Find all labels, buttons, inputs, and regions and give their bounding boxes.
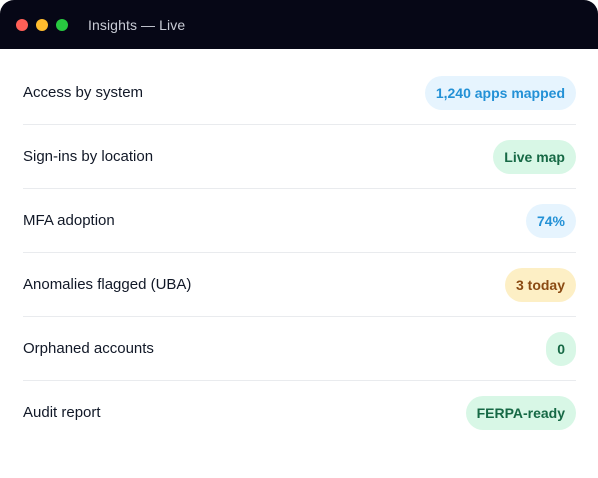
insight-badge: Live map <box>493 139 576 174</box>
insight-label: Access by system <box>23 84 144 101</box>
insight-label: Orphaned accounts <box>23 340 154 357</box>
insight-badge: 74% <box>525 203 576 238</box>
insight-row-sign-ins-by-location[interactable]: Sign-ins by location Live map <box>23 125 576 189</box>
insight-row-orphaned-accounts[interactable]: Orphaned accounts 0 <box>23 317 576 381</box>
insight-badge: FERPA-ready <box>465 395 576 430</box>
insights-window: Insights — Live Access by system 1,240 a… <box>0 0 598 478</box>
close-window-button[interactable] <box>16 18 28 31</box>
insight-label: Sign-ins by location <box>23 148 154 165</box>
maximize-window-button[interactable] <box>56 18 68 31</box>
insight-row-access-by-system[interactable]: Access by system 1,240 apps mapped <box>23 61 576 125</box>
insight-label: Anomalies flagged (UBA) <box>23 276 192 293</box>
insight-label: Audit report <box>23 404 101 421</box>
insight-row-audit-report[interactable]: Audit report FERPA-ready <box>23 381 576 444</box>
insight-badge: 1,240 apps mapped <box>424 75 576 110</box>
minimize-window-button[interactable] <box>36 18 48 31</box>
insight-label: MFA adoption <box>23 212 115 229</box>
insight-badge: 0 <box>546 331 576 366</box>
title-bar: Insights — Live <box>0 0 598 49</box>
window-title: Insights — Live <box>88 16 186 33</box>
insight-badge: 3 today <box>504 267 576 302</box>
insight-row-mfa-adoption[interactable]: MFA adoption 74% <box>23 189 576 253</box>
insights-list: Access by system 1,240 apps mapped Sign-… <box>0 49 598 444</box>
insight-row-anomalies-flagged[interactable]: Anomalies flagged (UBA) 3 today <box>23 253 576 317</box>
